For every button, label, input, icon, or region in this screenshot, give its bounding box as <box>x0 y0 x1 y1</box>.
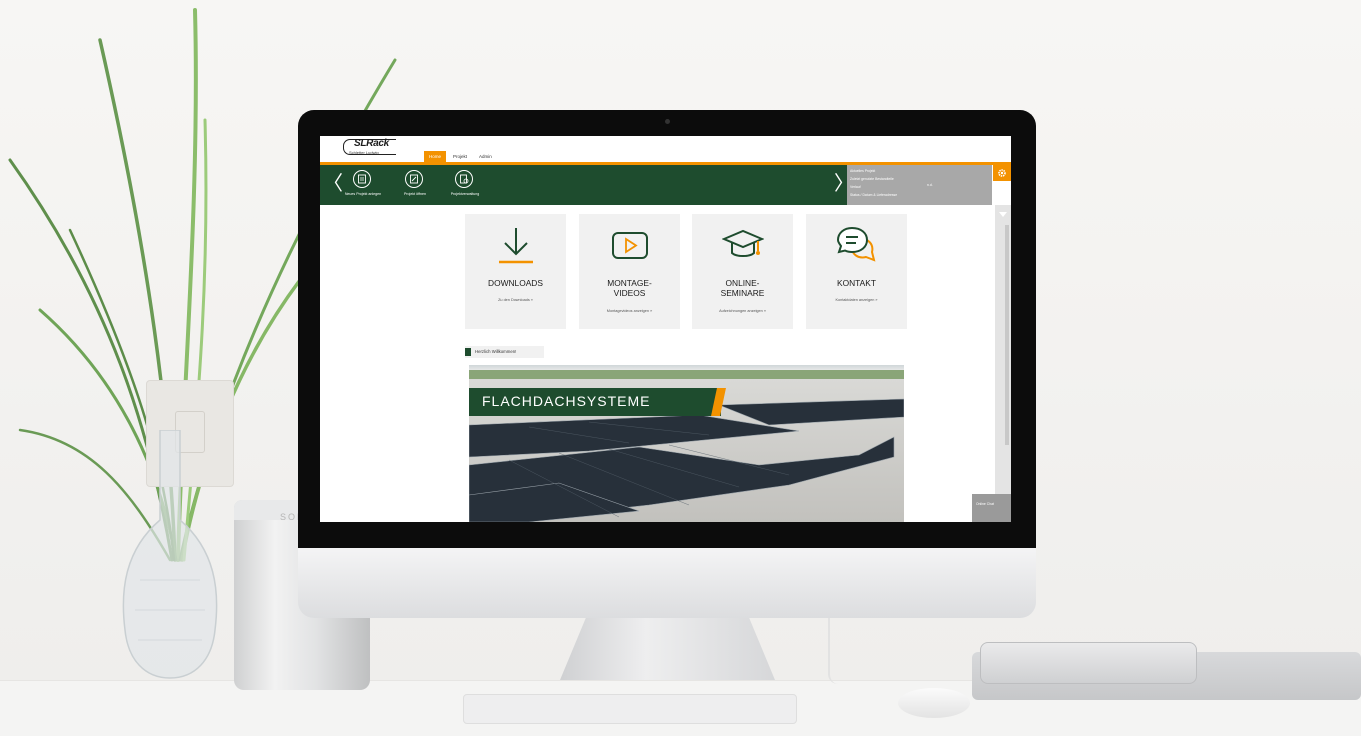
download-arrow-icon <box>499 228 533 264</box>
banner-title-box: FLACHDACHSYSTEME <box>469 388 721 416</box>
tab-projekt[interactable]: Projekt <box>448 151 472 162</box>
welcome-heading: Herzlich Willkommen! <box>465 346 544 358</box>
online-chat-button[interactable]: Online Chat <box>972 494 1011 522</box>
tile-title: KONTAKT <box>837 278 876 288</box>
welcome-marker <box>465 348 471 356</box>
keyboard <box>463 694 797 724</box>
top-bar: SLRack Schletter Ludwig Home Projekt Adm… <box>320 136 1011 162</box>
new-project-button[interactable]: Neues Projekt anlegen <box>338 170 388 202</box>
recent-item[interactable]: Status / Datum & Lieferadresse <box>850 193 897 197</box>
tile-link[interactable]: Montagevideos anzeigen » <box>579 309 680 313</box>
glass-vase <box>122 430 218 679</box>
recent-value: n.d. <box>927 183 933 187</box>
tab-admin[interactable]: Admin <box>474 151 497 162</box>
project-management-button[interactable]: Projektverwaltung <box>440 170 490 202</box>
action-ribbon: 〈 Neues Projekt anlegen Projekt öffnen P… <box>320 165 854 205</box>
tile-link[interactable]: Zu den Downloads » <box>465 298 566 302</box>
tab-home[interactable]: Home <box>424 151 447 162</box>
app-screen: SLRack Schletter Ludwig Home Projekt Adm… <box>320 136 1011 522</box>
new-project-icon <box>358 174 366 184</box>
chat-bubbles-icon <box>836 226 876 262</box>
logo[interactable]: SLRack Schletter Ludwig <box>343 138 397 158</box>
new-project-label: Neues Projekt anlegen <box>344 192 382 196</box>
gear-icon <box>998 169 1006 177</box>
welcome-text: Herzlich Willkommen! <box>475 349 517 354</box>
recent-item[interactable]: Verlauf <box>850 185 861 189</box>
open-project-label: Projekt öffnen <box>403 192 427 196</box>
nav-tabs: Home Projekt Admin <box>424 151 497 162</box>
tablet <box>980 642 1197 684</box>
banner-title: FLACHDACHSYSTEME <box>482 393 651 409</box>
scroll-down-icon[interactable] <box>999 212 1007 217</box>
recent-item[interactable]: Aktuelles Projekt <box>850 169 875 173</box>
tile-online-seminare[interactable]: ONLINE- SEMINARE Aufzeichnungen anzeigen … <box>692 214 793 329</box>
tile-kontakt[interactable]: KONTAKT Kontaktdaten anzeigen » <box>806 214 907 329</box>
recent-item[interactable]: Zuletzt genutzte Bestandteile <box>850 177 894 181</box>
monitor-stand <box>560 618 775 680</box>
tile-title: MONTAGE- VIDEOS <box>607 278 652 298</box>
logo-subtitle: Schletter Ludwig <box>349 150 379 155</box>
logo-text: SLRack <box>354 138 389 149</box>
scroll-thumb[interactable] <box>1005 225 1009 445</box>
tile-montage-videos[interactable]: MONTAGE- VIDEOS Montagevideos anzeigen » <box>579 214 680 329</box>
play-video-icon <box>612 232 648 259</box>
power-cable <box>828 618 850 684</box>
recent-projects-panel: Aktuelles Projekt Zuletzt genutzte Besta… <box>847 165 992 205</box>
tile-title: ONLINE- SEMINARE <box>720 278 765 298</box>
graduation-cap-icon <box>722 229 764 257</box>
banner-image[interactable]: FLACHDACHSYSTEME <box>469 365 904 522</box>
project-management-icon <box>460 174 469 184</box>
online-chat-label: Online Chat <box>976 502 994 506</box>
open-project-button[interactable]: Projekt öffnen <box>390 170 440 202</box>
monitor-chin <box>298 548 1036 618</box>
tile-link[interactable]: Aufzeichnungen anzeigen » <box>692 309 793 313</box>
open-project-icon <box>410 174 418 184</box>
mouse <box>898 688 970 718</box>
settings-button[interactable] <box>993 165 1011 181</box>
project-management-label: Projektverwaltung <box>450 192 480 196</box>
tile-downloads[interactable]: DOWNLOADS Zu den Downloads » <box>465 214 566 329</box>
tile-title: DOWNLOADS <box>488 278 543 288</box>
tile-link[interactable]: Kontaktdaten anzeigen » <box>806 298 907 302</box>
camera-dot <box>665 119 670 124</box>
